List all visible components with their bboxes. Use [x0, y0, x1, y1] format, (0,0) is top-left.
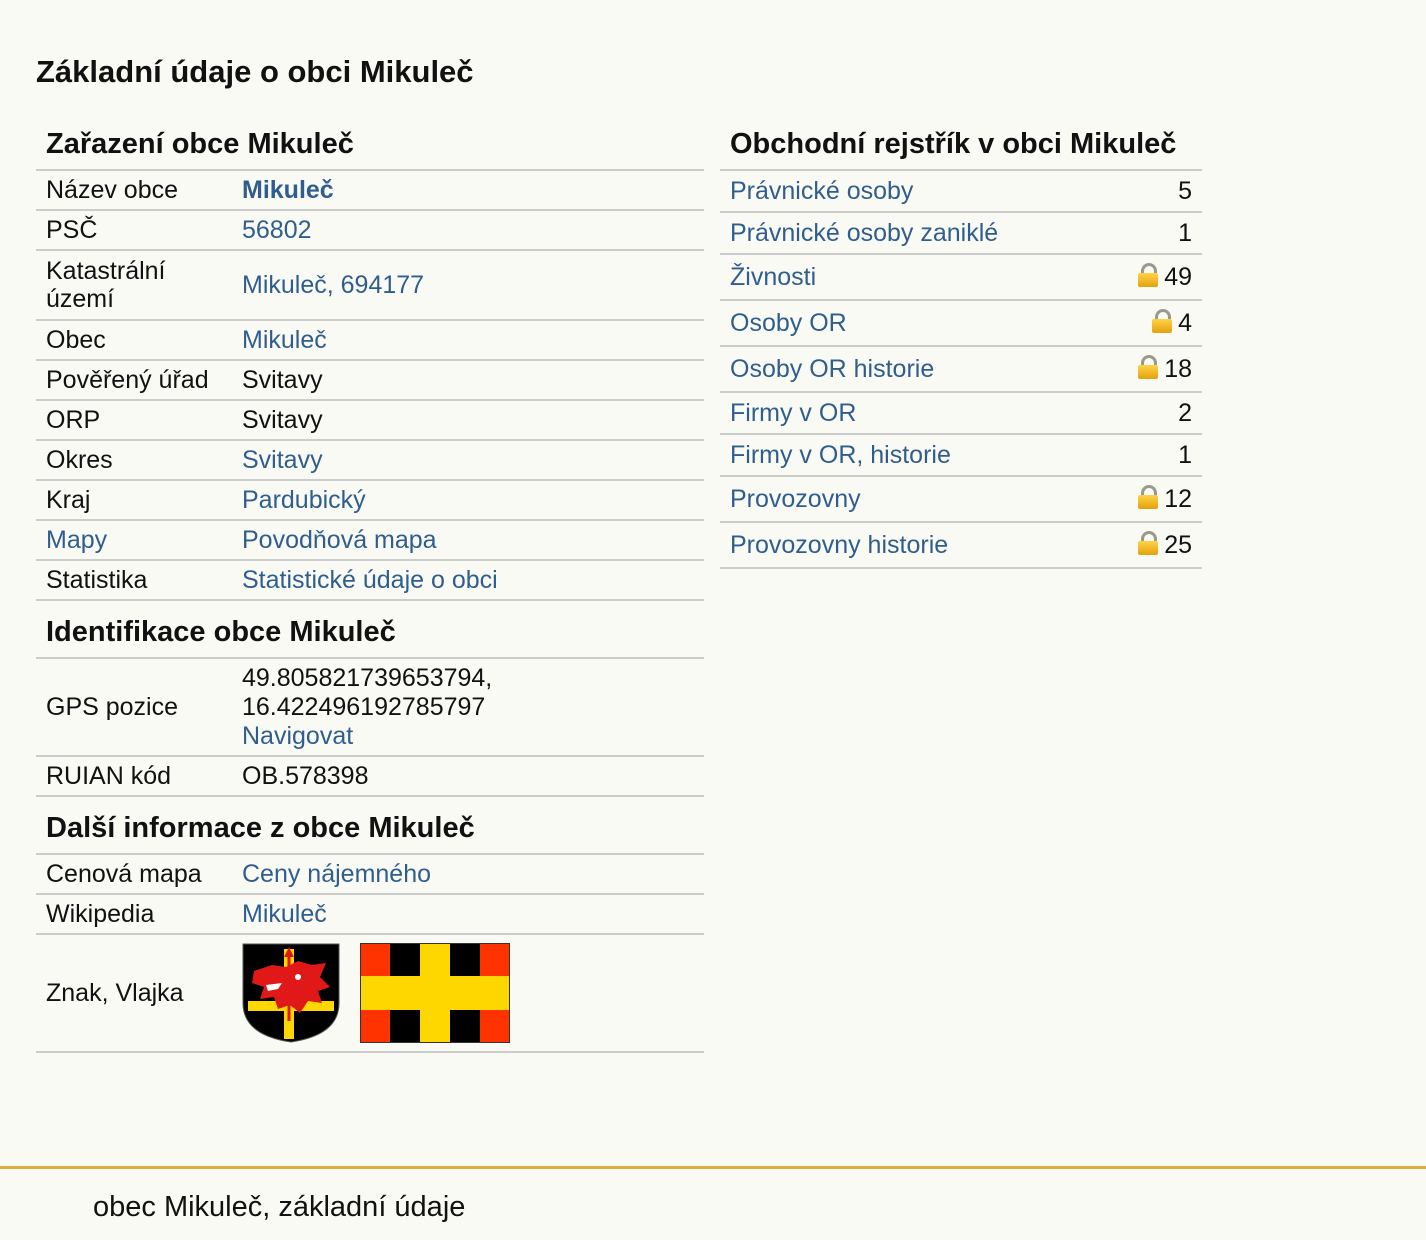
table-row: Provozovny 12 [720, 476, 1202, 523]
table-row: Kraj Pardubický [36, 480, 704, 521]
pravnicke-osoby-link[interactable]: Právnické osoby [730, 177, 913, 205]
table-row: GPS pozice 49.805821739653794, 16.422496… [36, 658, 704, 757]
zarazeni-table: Zařazení obce Mikuleč Název obce Mikuleč… [36, 112, 704, 1053]
row-label: Katastrální území [36, 250, 232, 321]
row-label: Obec [36, 320, 232, 361]
row-label: Okres [36, 440, 232, 481]
table-row: Živnosti 49 [720, 254, 1202, 301]
lock-icon [1138, 530, 1159, 555]
row-count: 12 [1164, 484, 1192, 513]
navigovat-link[interactable]: Navigovat [242, 722, 353, 750]
table-row: RUIAN kód OB.578398 [36, 756, 704, 797]
osoby-or-link[interactable]: Osoby OR [730, 309, 847, 337]
table-row: Wikipedia Mikuleč [36, 894, 704, 935]
table-row: Firmy v OR, historie 1 [720, 434, 1202, 477]
ruian-value: OB.578398 [232, 756, 704, 797]
row-label: Kraj [36, 480, 232, 521]
identifikace-title: Identifikace obce Mikuleč [36, 600, 704, 659]
table-row: ORP Svitavy [36, 400, 704, 441]
povodnova-mapa-link[interactable]: Povodňová mapa [242, 526, 437, 554]
pravnicke-osoby-zanikle-link[interactable]: Právnické osoby zaniklé [730, 219, 998, 247]
lock-icon [1138, 354, 1159, 379]
lock-icon [1152, 308, 1173, 333]
table-row: Právnické osoby zaniklé 1 [720, 212, 1202, 255]
table-row: Obec Mikuleč [36, 320, 704, 361]
provozovny-historie-link[interactable]: Provozovny historie [730, 531, 948, 559]
table-row: Osoby OR historie 18 [720, 346, 1202, 393]
zivnosti-link[interactable]: Živnosti [730, 263, 816, 291]
table-row: Znak, Vlajka [36, 934, 704, 1053]
row-value: Svitavy [232, 360, 704, 401]
page-title: Základní údaje o obci Mikuleč [36, 54, 474, 89]
obec-link[interactable]: Mikuleč [242, 326, 327, 354]
lock-icon [1138, 484, 1159, 509]
ceny-najemneho-link[interactable]: Ceny nájemného [242, 860, 431, 888]
table-row: PSČ 56802 [36, 210, 704, 251]
row-label: Cenová mapa [36, 854, 232, 895]
flag[interactable] [360, 943, 510, 1043]
row-count: 25 [1164, 530, 1192, 559]
row-value: Svitavy [232, 400, 704, 441]
lock-icon [1138, 262, 1159, 287]
table-row: Osoby OR 4 [720, 300, 1202, 347]
table-row: Firmy v OR 2 [720, 392, 1202, 435]
row-count: 1 [1103, 212, 1202, 255]
row-label: Pověřený úřad [36, 360, 232, 401]
provozovny-link[interactable]: Provozovny [730, 485, 861, 513]
row-count: 1 [1103, 434, 1202, 477]
wikipedia-link[interactable]: Mikuleč [242, 900, 327, 928]
row-count: 4 [1178, 308, 1192, 337]
footer: obec Mikuleč, základní údaje [0, 1166, 1426, 1240]
row-count: 18 [1164, 354, 1192, 383]
psc-link[interactable]: 56802 [242, 216, 312, 244]
firmy-v-or-historie-link[interactable]: Firmy v OR, historie [730, 441, 951, 469]
row-count: 2 [1103, 392, 1202, 435]
row-count: 49 [1164, 262, 1192, 291]
row-label: GPS pozice [36, 658, 232, 757]
footer-text: obec Mikuleč, základní údaje [93, 1191, 466, 1223]
table-row: Právnické osoby 5 [720, 170, 1202, 213]
okres-link[interactable]: Svitavy [242, 446, 323, 474]
row-label: Název obce [36, 170, 232, 211]
table-row: Název obce Mikuleč [36, 170, 704, 211]
rejstrik-title: Obchodní rejstřík v obci Mikuleč [720, 112, 1202, 171]
osoby-or-historie-link[interactable]: Osoby OR historie [730, 355, 934, 383]
gps-lat: 49.805821739653794, [242, 663, 493, 692]
row-label: Znak, Vlajka [36, 934, 232, 1053]
table-row: Katastrální území Mikuleč, 694177 [36, 250, 704, 321]
right-column: Obchodní rejstřík v obci Mikuleč Právnic… [720, 112, 1202, 569]
table-row: Cenová mapa Ceny nájemného [36, 854, 704, 895]
row-label: PSČ [36, 210, 232, 251]
obec-name-link[interactable]: Mikuleč [242, 176, 334, 204]
dalsi-title: Další informace z obce Mikuleč [36, 796, 704, 855]
row-label: Statistika [36, 560, 232, 601]
kraj-link[interactable]: Pardubický [242, 486, 366, 514]
zarazeni-title: Zařazení obce Mikuleč [36, 112, 704, 171]
table-row: Provozovny historie 25 [720, 522, 1202, 569]
mapy-link[interactable]: Mapy [46, 526, 107, 554]
katastralni-link[interactable]: Mikuleč, 694177 [242, 271, 424, 299]
gps-lon: 16.422496192785797 [242, 692, 486, 721]
table-row: Mapy Povodňová mapa [36, 520, 704, 561]
row-label: Wikipedia [36, 894, 232, 935]
coat-of-arms[interactable] [242, 943, 340, 1043]
row-count: 5 [1103, 170, 1202, 213]
row-label: ORP [36, 400, 232, 441]
table-row: Okres Svitavy [36, 440, 704, 481]
statistika-link[interactable]: Statistické údaje o obci [242, 566, 498, 594]
firmy-v-or-link[interactable]: Firmy v OR [730, 399, 856, 427]
table-row: Pověřený úřad Svitavy [36, 360, 704, 401]
table-row: Statistika Statistické údaje o obci [36, 560, 704, 601]
row-label: RUIAN kód [36, 756, 232, 797]
rejstrik-table: Obchodní rejstřík v obci Mikuleč Právnic… [720, 112, 1202, 569]
left-column: Zařazení obce Mikuleč Název obce Mikuleč… [36, 112, 704, 1053]
